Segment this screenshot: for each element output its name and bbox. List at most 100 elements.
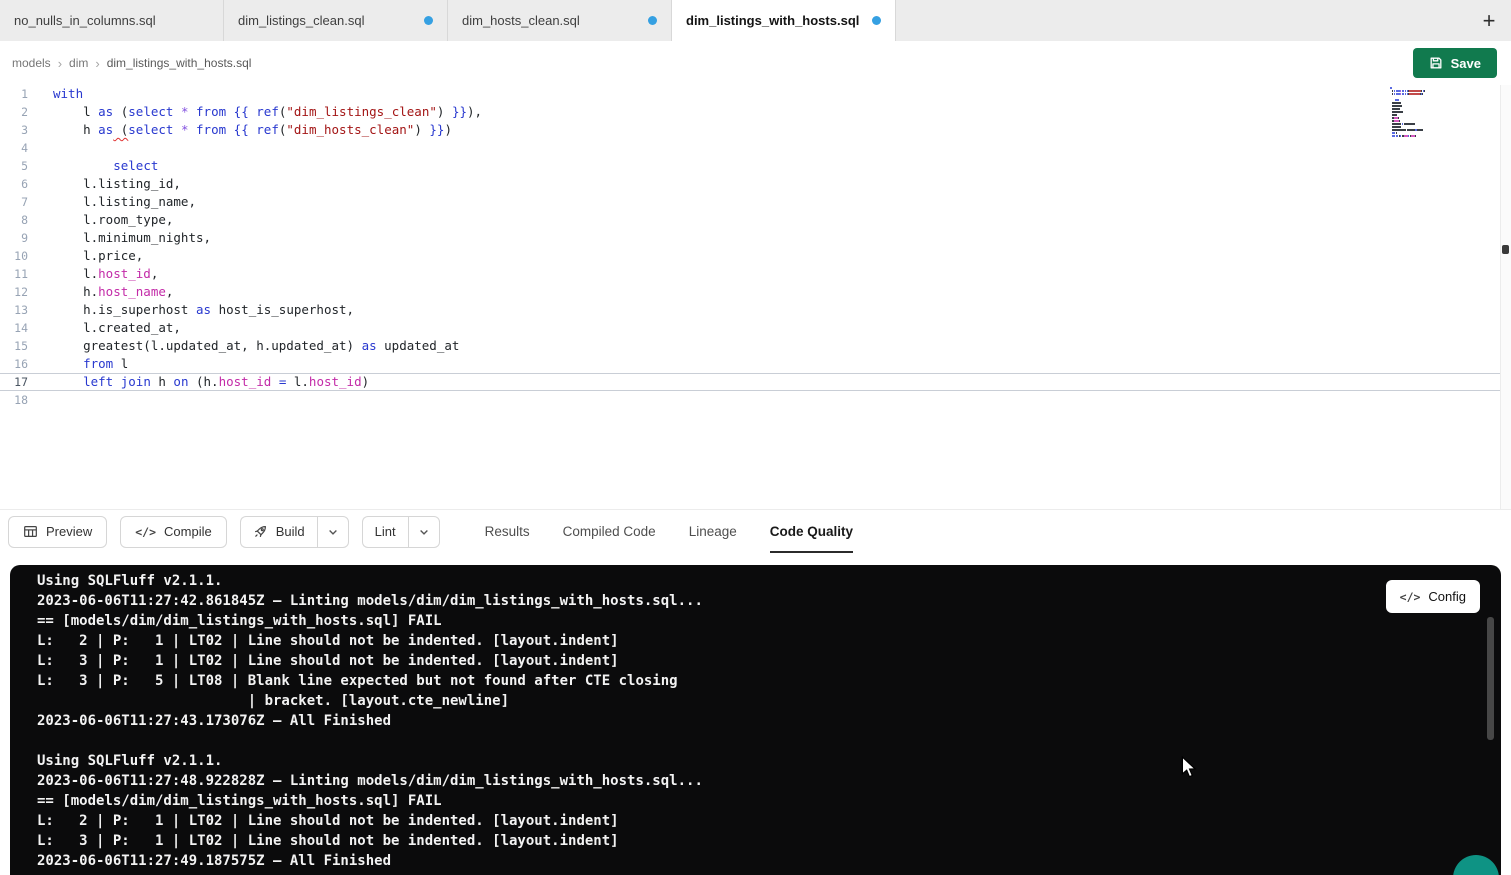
lint-button-group: Lint — [362, 516, 440, 548]
build-button-group: Build — [240, 516, 349, 548]
line-number: 6 — [0, 175, 28, 193]
compile-button-label: Compile — [164, 524, 212, 539]
editor-toolbar: Preview </> Compile Build Lint — [0, 509, 1511, 553]
terminal-line — [37, 731, 1501, 751]
lint-button-label: Lint — [375, 524, 396, 539]
chevron-down-icon — [327, 526, 339, 538]
line-number: 18 — [0, 391, 28, 409]
code-line[interactable]: 16 from l — [0, 355, 1511, 373]
file-tab-active[interactable]: dim_listings_with_hosts.sql — [672, 0, 896, 41]
tab-code-quality[interactable]: Code Quality — [770, 510, 853, 553]
line-number: 5 — [0, 157, 28, 175]
terminal-panel: Using SQLFluff v2.1.1.2023-06-06T11:27:4… — [10, 565, 1501, 875]
code-line[interactable]: 12 h.host_name, — [0, 283, 1511, 301]
lint-button[interactable]: Lint — [362, 516, 408, 548]
code-line-text: l.listing_name, — [28, 193, 196, 211]
code-line[interactable]: 10 l.price, — [0, 247, 1511, 265]
code-line[interactable]: 11 l.host_id, — [0, 265, 1511, 283]
editor-tab-bar: no_nulls_in_columns.sql dim_listings_cle… — [0, 0, 1511, 41]
code-line-text: select — [28, 157, 158, 175]
code-line[interactable]: 17 left join h on (h.host_id = l.host_id… — [0, 373, 1511, 391]
terminal-line: L: 2 | P: 1 | LT02 | Line should not be … — [37, 811, 1501, 831]
code-editor[interactable]: 1with2 l as (select * from {{ ref("dim_l… — [0, 85, 1511, 509]
code-line-text: h.is_superhost as host_is_superhost, — [28, 301, 354, 319]
minimap[interactable] — [1390, 87, 1462, 141]
breadcrumb-separator: › — [58, 56, 62, 71]
code-line[interactable]: 15 greatest(l.updated_at, h.updated_at) … — [0, 337, 1511, 355]
editor-scrollbar[interactable] — [1502, 245, 1509, 254]
line-number: 7 — [0, 193, 28, 211]
line-number: 4 — [0, 139, 28, 157]
code-line-text — [28, 391, 53, 409]
line-number: 17 — [0, 373, 28, 391]
tab-lineage[interactable]: Lineage — [689, 510, 737, 553]
code-line-text: l.price, — [28, 247, 143, 265]
code-line-text: l.room_type, — [28, 211, 173, 229]
code-line[interactable]: 8 l.room_type, — [0, 211, 1511, 229]
terminal-scrollbar[interactable] — [1487, 617, 1494, 740]
code-line[interactable]: 14 l.created_at, — [0, 319, 1511, 337]
line-number: 2 — [0, 103, 28, 121]
modified-dot — [424, 16, 433, 25]
breadcrumb-item[interactable]: models — [12, 56, 51, 70]
terminal-line: 2023-06-06T11:27:43.173076Z — All Finish… — [37, 711, 1501, 731]
file-tab-label: dim_hosts_clean.sql — [462, 13, 580, 28]
code-lines: 1with2 l as (select * from {{ ref("dim_l… — [0, 85, 1511, 409]
build-button[interactable]: Build — [240, 516, 317, 548]
line-number: 9 — [0, 229, 28, 247]
save-button[interactable]: Save — [1413, 48, 1497, 78]
build-dropdown-button[interactable] — [317, 516, 349, 548]
lint-dropdown-button[interactable] — [408, 516, 440, 548]
code-line-text: h as (select * from {{ ref("dim_hosts_cl… — [28, 121, 452, 139]
line-number: 10 — [0, 247, 28, 265]
tab-label: Lineage — [689, 524, 737, 539]
config-button[interactable]: </> Config — [1386, 580, 1480, 613]
code-line[interactable]: 5 select — [0, 157, 1511, 175]
tab-compiled-code[interactable]: Compiled Code — [563, 510, 656, 553]
code-line-text: l.created_at, — [28, 319, 181, 337]
terminal-line: 2023-06-06T11:27:48.922828Z — Linting mo… — [37, 771, 1501, 791]
breadcrumb-row: models › dim › dim_listings_with_hosts.s… — [0, 41, 1511, 85]
code-line[interactable]: 4 — [0, 139, 1511, 157]
save-button-label: Save — [1451, 56, 1481, 71]
code-line-text — [28, 139, 53, 157]
breadcrumb-item: dim_listings_with_hosts.sql — [107, 56, 252, 70]
code-line[interactable]: 2 l as (select * from {{ ref("dim_listin… — [0, 103, 1511, 121]
line-number: 3 — [0, 121, 28, 139]
build-button-label: Build — [276, 524, 305, 539]
file-tab[interactable]: no_nulls_in_columns.sql — [0, 0, 224, 41]
line-number: 11 — [0, 265, 28, 283]
code-line[interactable]: 18 — [0, 391, 1511, 409]
code-line[interactable]: 9 l.minimum_nights, — [0, 229, 1511, 247]
line-number: 8 — [0, 211, 28, 229]
code-icon: </> — [135, 525, 156, 539]
code-line[interactable]: 6 l.listing_id, — [0, 175, 1511, 193]
code-line-text: l.listing_id, — [28, 175, 181, 193]
new-tab-button[interactable]: + — [1467, 0, 1511, 41]
config-button-label: Config — [1428, 589, 1466, 604]
code-icon: </> — [1400, 590, 1421, 604]
code-line[interactable]: 13 h.is_superhost as host_is_superhost, — [0, 301, 1511, 319]
grid-icon — [23, 524, 38, 539]
code-line[interactable]: 3 h as (select * from {{ ref("dim_hosts_… — [0, 121, 1511, 139]
terminal-line: L: 3 | P: 1 | LT02 | Line should not be … — [37, 651, 1501, 671]
terminal-line: == [models/dim/dim_listings_with_hosts.s… — [37, 611, 1501, 631]
terminal-line: L: 3 | P: 5 | LT08 | Blank line expected… — [37, 671, 1501, 691]
terminal-line: == [models/dim/dim_listings_with_hosts.s… — [37, 791, 1501, 811]
file-tab-label: dim_listings_clean.sql — [238, 13, 364, 28]
code-line-text: l as (select * from {{ ref("dim_listings… — [28, 103, 482, 121]
terminal-line: 2023-06-06T11:27:42.861845Z — Linting mo… — [37, 591, 1501, 611]
tab-results[interactable]: Results — [485, 510, 530, 553]
compile-button[interactable]: </> Compile — [120, 516, 226, 548]
breadcrumb-item[interactable]: dim — [69, 56, 88, 70]
code-line-text: l.minimum_nights, — [28, 229, 211, 247]
code-line[interactable]: 7 l.listing_name, — [0, 193, 1511, 211]
file-tab[interactable]: dim_hosts_clean.sql — [448, 0, 672, 41]
file-tab[interactable]: dim_listings_clean.sql — [224, 0, 448, 41]
code-line[interactable]: 1with — [0, 85, 1511, 103]
terminal-line: | bracket. [layout.cte_newline] — [37, 691, 1501, 711]
modified-dot — [648, 16, 657, 25]
rocket-icon — [253, 524, 268, 539]
result-tabs: Results Compiled Code Lineage Code Quali… — [485, 510, 853, 553]
preview-button[interactable]: Preview — [8, 516, 107, 548]
